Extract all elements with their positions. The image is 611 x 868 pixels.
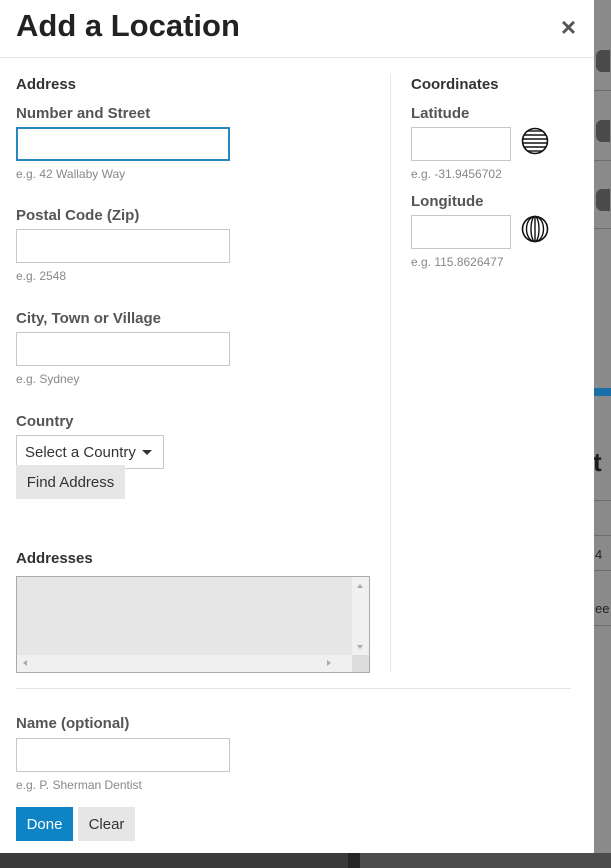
background-heading-fragment: t xyxy=(593,447,602,477)
add-location-modal: Add a Location × Address Number and Stre… xyxy=(0,0,594,853)
city-hint: e.g. Sydney xyxy=(16,372,80,386)
longitude-hint: e.g. 115.8626477 xyxy=(411,255,504,269)
modal-title: Add a Location xyxy=(16,8,240,43)
postal-hint: e.g. 2548 xyxy=(16,269,67,283)
street-label: Number and Street xyxy=(16,105,151,122)
address-section-title: Address xyxy=(16,76,77,93)
background-accent-bar xyxy=(594,388,611,396)
section-divider xyxy=(16,688,571,689)
latitude-globe-icon[interactable] xyxy=(521,127,549,155)
longitude-globe-icon[interactable] xyxy=(521,215,549,243)
modal-header: Add a Location × xyxy=(0,0,594,58)
scroll-down-icon[interactable] xyxy=(357,645,363,649)
background-text-fragment: 4 xyxy=(595,547,603,562)
close-icon[interactable]: × xyxy=(561,12,576,42)
country-select[interactable]: Select a Country xyxy=(16,435,164,469)
postal-input[interactable] xyxy=(16,229,230,263)
caret-down-icon xyxy=(142,450,152,455)
background-line xyxy=(594,535,611,536)
background-line xyxy=(594,570,611,571)
name-label: Name (optional) xyxy=(16,715,130,732)
latitude-input[interactable] xyxy=(411,127,511,161)
background-footer xyxy=(0,853,611,868)
coordinates-section-title: Coordinates xyxy=(411,76,499,93)
name-input[interactable] xyxy=(16,738,230,772)
scrollbar-corner xyxy=(352,655,369,672)
background-line xyxy=(594,160,611,161)
background-line xyxy=(594,625,611,626)
scroll-right-icon[interactable] xyxy=(327,660,331,666)
column-divider xyxy=(390,74,391,672)
background-avatar xyxy=(596,50,610,72)
background-line xyxy=(594,228,611,229)
background-avatar xyxy=(596,189,610,211)
horizontal-scrollbar[interactable] xyxy=(17,655,352,672)
background-line xyxy=(594,500,611,501)
longitude-input[interactable] xyxy=(411,215,511,249)
find-address-button[interactable]: Find Address xyxy=(16,465,125,499)
name-hint: e.g. P. Sherman Dentist xyxy=(16,778,142,792)
country-select-value: Select a Country xyxy=(25,444,136,461)
latitude-hint: e.g. -31.9456702 xyxy=(411,167,502,181)
addresses-label: Addresses xyxy=(16,550,93,567)
longitude-label: Longitude xyxy=(411,193,484,210)
background-text-fragment: ee xyxy=(595,601,610,616)
country-label: Country xyxy=(16,413,74,430)
scroll-left-icon[interactable] xyxy=(23,660,27,666)
street-hint: e.g. 42 Wallaby Way xyxy=(16,167,126,181)
city-label: City, Town or Village xyxy=(16,310,162,327)
vertical-scrollbar[interactable] xyxy=(352,577,369,655)
scroll-up-icon[interactable] xyxy=(357,584,363,588)
background-avatar xyxy=(596,120,610,142)
postal-label: Postal Code (Zip) xyxy=(16,207,140,224)
done-button[interactable]: Done xyxy=(16,807,73,841)
addresses-listbox[interactable] xyxy=(16,576,370,673)
background-line xyxy=(594,90,611,91)
city-input[interactable] xyxy=(16,332,230,366)
clear-button[interactable]: Clear xyxy=(78,807,135,841)
latitude-label: Latitude xyxy=(411,105,470,122)
street-input[interactable] xyxy=(16,127,230,161)
